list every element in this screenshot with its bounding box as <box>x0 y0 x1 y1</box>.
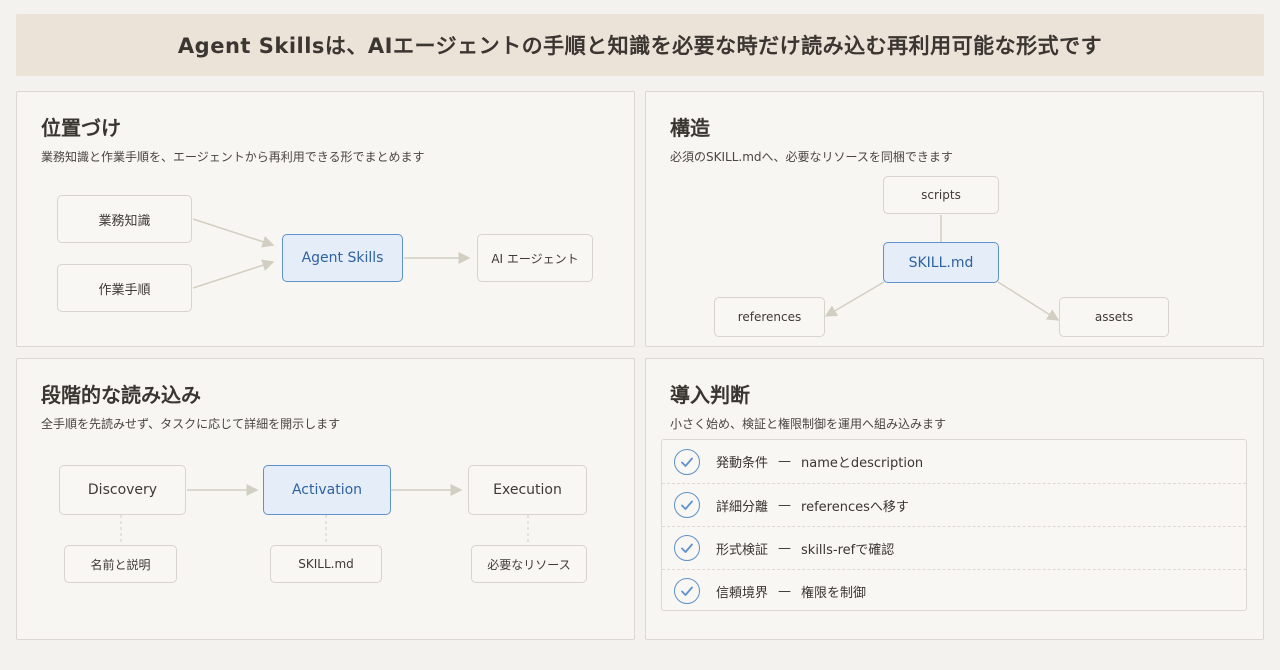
panel-subtitle: 業務知識と作業手順を、エージェントから再利用できる形でまとめます <box>41 150 425 164</box>
checklist-separator: — <box>778 454 792 469</box>
node-agent-skills: Agent Skills <box>282 234 403 282</box>
checklist-label: 形式検証 <box>716 542 769 558</box>
stage-activation: Activation <box>263 465 391 515</box>
check-circle-icon <box>674 535 700 561</box>
node-business-knowledge: 業務知識 <box>57 195 192 243</box>
checklist-separator: — <box>778 540 792 556</box>
node-work-procedure: 作業手順 <box>57 264 192 312</box>
panel-positioning: 位置づけ 業務知識と作業手順を、エージェントから再利用できる形でまとめます 業務… <box>16 91 635 347</box>
banner-title: Agent Skillsは、AIエージェントの手順と知識を必要な時だけ読み込む再… <box>177 34 1103 58</box>
panel-progressive-loading: 段階的な読み込み 全手順を先読みせず、タスクに応じて詳細を開示します Disco… <box>16 358 635 640</box>
panel-adoption: 導入判断 小さく始め、検証と権限制御を運用へ組み込みます 発動条件 — name… <box>645 358 1264 640</box>
node-assets: assets <box>1059 297 1169 337</box>
checklist-item: 詳細分離 — referencesへ移す <box>662 483 1246 526</box>
checklist-item: 信頼境界 — 権限を制御 <box>662 569 1246 612</box>
arrow-knowledge-to-skills <box>192 218 275 248</box>
panel-subtitle: 全手順を先読みせず、タスクに応じて詳細を開示します <box>41 417 341 431</box>
arrow-skill-to-references <box>824 281 885 317</box>
detail-skill-md: SKILL.md <box>270 545 382 583</box>
check-circle-icon <box>674 578 700 604</box>
checklist-description: skills-refで確認 <box>801 542 895 558</box>
stage-discovery: Discovery <box>59 465 186 515</box>
checklist-separator: — <box>778 583 792 599</box>
check-circle-icon <box>674 448 700 475</box>
detail-required-resources: 必要なリソース <box>471 545 587 583</box>
node-skill-md: SKILL.md <box>883 242 999 283</box>
panel-title: 位置づけ <box>41 116 121 140</box>
check-circle-icon <box>674 492 700 518</box>
checklist-item: 形式検証 — skills-refで確認 <box>662 526 1246 569</box>
panel-title: 構造 <box>670 116 710 140</box>
checklist-item: 発動条件 — nameとdescription <box>662 440 1246 483</box>
checklist-label: 信頼境界 <box>716 585 769 601</box>
arrow-skill-to-assets <box>997 281 1060 321</box>
checklist-description: 権限を制御 <box>801 585 867 601</box>
checklist-description: referencesへ移す <box>801 499 909 515</box>
checklist-description: nameとdescription <box>801 456 924 471</box>
panel-subtitle: 必須のSKILL.mdへ、必要なリソースを同梱できます <box>670 150 953 164</box>
detail-name-description: 名前と説明 <box>64 545 177 583</box>
checklist-separator: — <box>778 497 792 513</box>
panel-subtitle: 小さく始め、検証と権限制御を運用へ組み込みます <box>670 417 947 431</box>
node-references: references <box>714 297 825 337</box>
header-banner: Agent Skillsは、AIエージェントの手順と知識を必要な時だけ読み込む再… <box>16 14 1264 76</box>
checklist-label: 詳細分離 <box>716 499 769 515</box>
adoption-checklist: 発動条件 — nameとdescription 詳細分離 — reference… <box>661 439 1247 611</box>
node-ai-agent: AI エージェント <box>477 234 593 282</box>
node-scripts: scripts <box>883 176 999 214</box>
checklist-label: 発動条件 <box>716 456 769 471</box>
panel-title: 導入判断 <box>670 383 750 407</box>
stage-execution: Execution <box>468 465 587 515</box>
panel-title: 段階的な読み込み <box>41 383 201 407</box>
panel-structure: 構造 必須のSKILL.mdへ、必要なリソースを同梱できます scripts S… <box>645 91 1264 347</box>
arrow-procedure-to-skills <box>192 259 275 289</box>
